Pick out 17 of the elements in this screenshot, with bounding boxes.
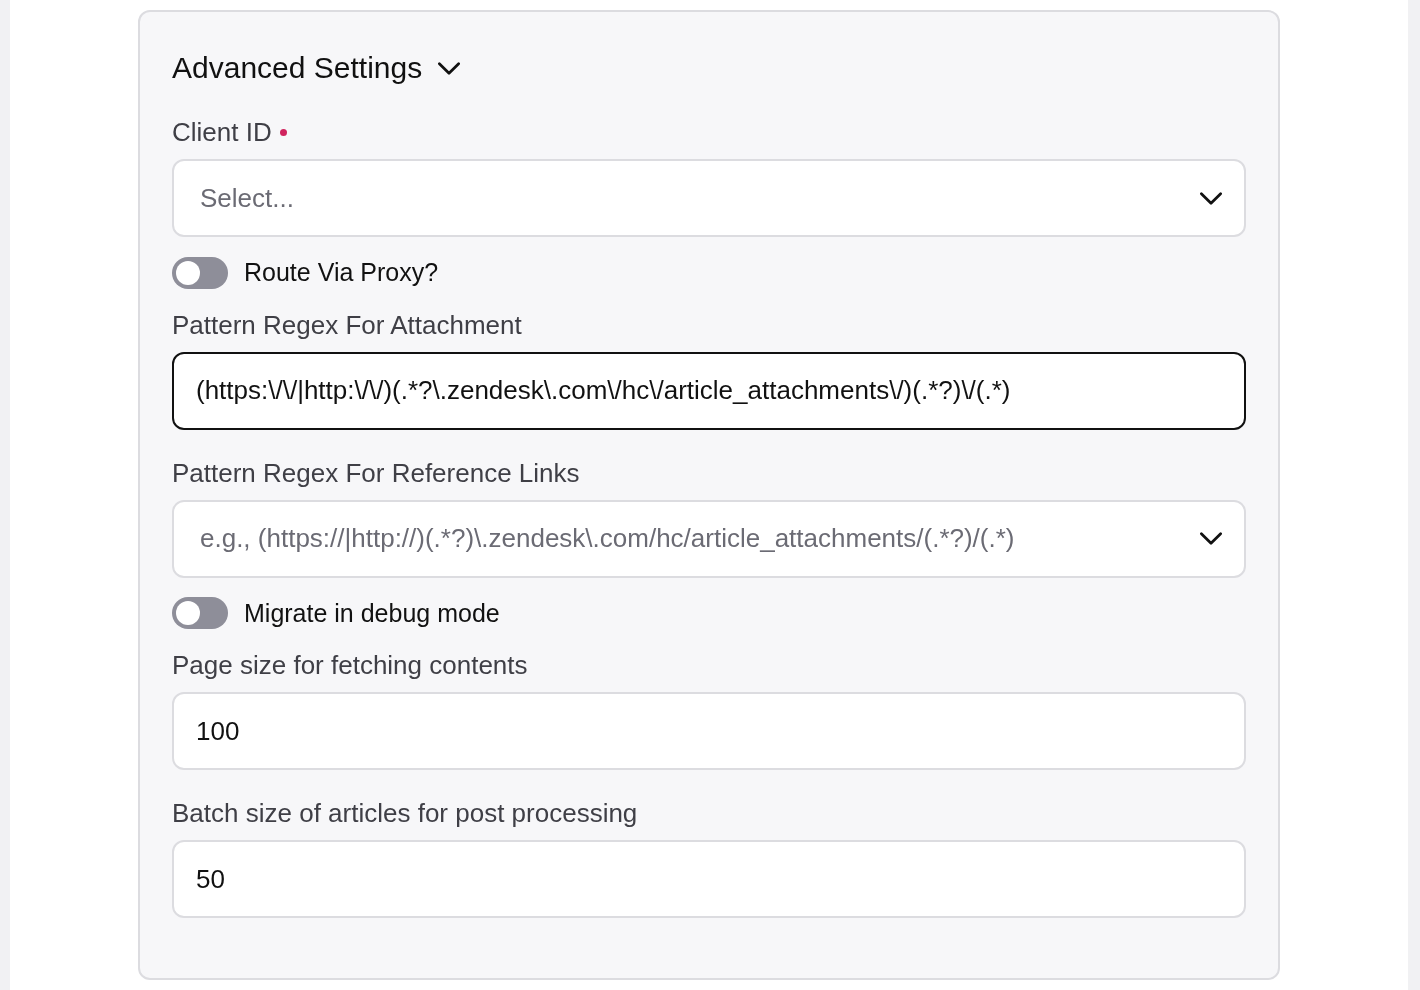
section-toggle[interactable]: Advanced Settings — [172, 48, 461, 88]
field-label: Batch size of articles for post processing — [172, 797, 638, 829]
chevron-icon — [1200, 191, 1222, 205]
toggle-switch[interactable] — [172, 597, 228, 630]
select-field[interactable]: Select... — [172, 159, 1246, 237]
field-label: Pattern Regex For Attachment — [172, 308, 522, 341]
input-field[interactable]: 100 — [172, 692, 1246, 770]
toggle-label: Route Via Proxy? — [244, 257, 439, 288]
select-field[interactable]: e.g., (https://|http://)(.*?)\.zendesk\.com/hc/article_attachments/(.*?)/(.*) — [172, 499, 1246, 578]
field-label: Pattern Regex For Reference Links — [172, 456, 580, 489]
toggle-label: Migrate in debug mode — [244, 597, 500, 629]
chevron-icon — [1200, 532, 1222, 545]
toggle-switch[interactable] — [172, 256, 228, 289]
input-field[interactable]: 50 — [172, 840, 1246, 918]
field-label: Client ID — [172, 116, 272, 148]
input-field[interactable]: (https:\/\/|http:\/\/)(.*?\.zendesk\.com\/hc\/article_attachments\/)(.*?)\/(.*) — [172, 351, 1246, 430]
field-label: Page size for fetching contents — [172, 649, 528, 681]
